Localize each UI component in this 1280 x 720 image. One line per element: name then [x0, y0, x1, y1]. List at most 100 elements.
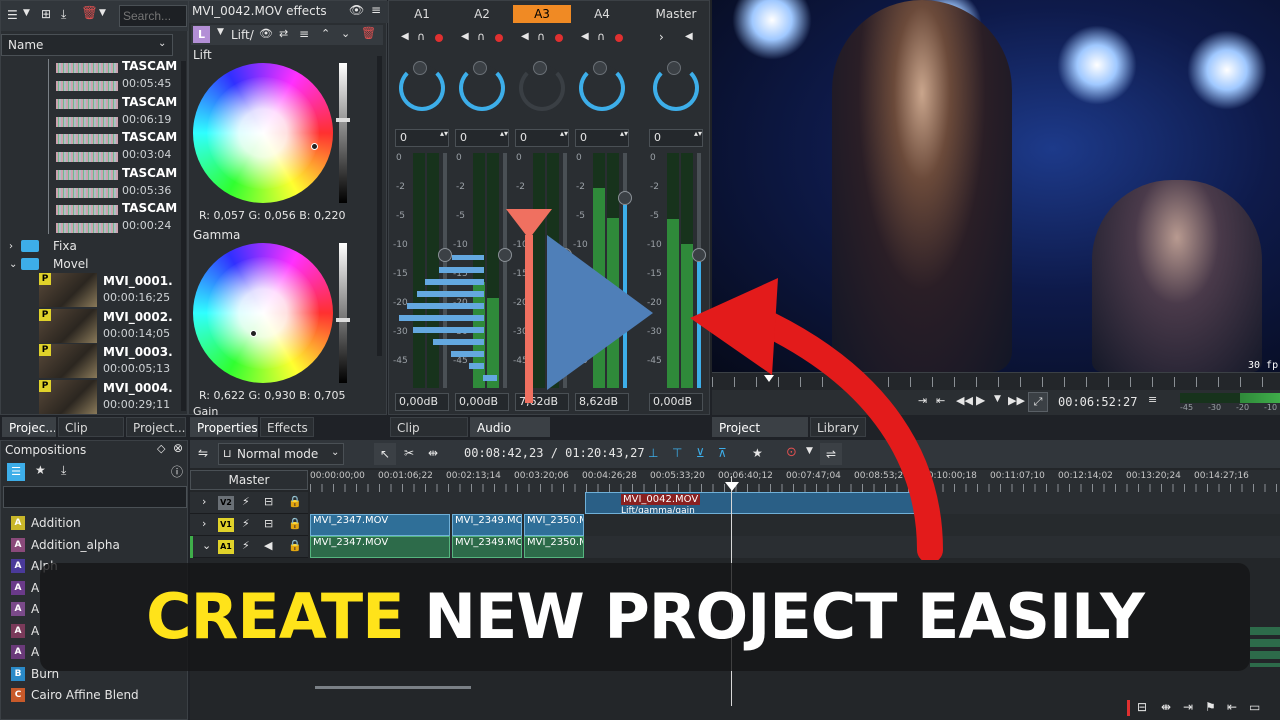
save-icon[interactable]: ⊟ — [264, 495, 273, 508]
snap-icon[interactable]: ⇼ — [1161, 700, 1171, 714]
gain-spinbox[interactable]: 0 ▴▾ — [649, 129, 703, 147]
bin-audio-item[interactable]: TASCAM 00:06:19 — [56, 95, 177, 129]
channel-name-tab[interactable]: A1 — [393, 5, 451, 23]
channel-name-tab[interactable]: Master — [647, 5, 705, 23]
lift-slider[interactable] — [336, 63, 350, 203]
composition-item[interactable]: AA — [11, 621, 39, 641]
import-icon[interactable]: ⤓ — [61, 7, 66, 22]
folder-fixa[interactable]: › Fixa — [9, 237, 179, 255]
speaker-icon[interactable]: ◀ — [401, 31, 409, 42]
name-column-header[interactable]: Name ⌄ — [1, 34, 173, 56]
headphones-icon[interactable]: ∩ — [417, 30, 425, 43]
download-icon[interactable]: ⤓ — [61, 463, 66, 478]
marker-icon[interactable]: ⇤ — [1227, 700, 1237, 714]
star-icon[interactable]: ★ — [35, 463, 46, 477]
forward-icon[interactable]: ▶▶ — [1008, 394, 1025, 407]
bin-video-item[interactable]: P MVI_0001. 00:00:16;25 — [39, 273, 179, 308]
effect-wand-icon[interactable]: ⚡ — [242, 539, 250, 552]
v1-clip[interactable]: MVI_2349.MOV — [452, 514, 522, 536]
chevron-down-icon[interactable]: ▼ — [994, 394, 1001, 404]
timeline-settings-icon[interactable]: ⇋ — [198, 446, 208, 460]
lock-icon[interactable]: 🔒 — [288, 539, 302, 552]
headphones-icon[interactable]: ∩ — [477, 30, 485, 43]
bin-audio-item[interactable]: TASCAM 00:05:36 — [56, 166, 177, 200]
chevron-right-icon[interactable]: › — [202, 495, 206, 508]
bin-video-item[interactable]: P MVI_0004. 00:00:29;11 — [39, 379, 179, 415]
delete-effect-icon[interactable]: 🗑 — [361, 26, 376, 40]
bin-audio-item[interactable]: TASCAM 00:03:04 — [56, 130, 177, 164]
fullscreen-icon[interactable]: ⤢ — [1028, 392, 1048, 412]
chevron-right-icon[interactable]: › — [202, 517, 206, 530]
slider-handle[interactable] — [336, 118, 350, 122]
track-name-badge[interactable]: A1 — [218, 540, 234, 554]
channel-name-tab[interactable]: A4 — [573, 5, 631, 23]
channel-name-tab[interactable]: A2 — [453, 5, 511, 23]
chevron-down-icon[interactable]: ⌄ — [202, 539, 211, 552]
composition-item[interactable]: AA — [11, 642, 39, 662]
close-icon[interactable]: ⊗ — [173, 441, 183, 455]
gamma-handle[interactable] — [250, 330, 257, 337]
effects-scrollbar[interactable] — [377, 56, 382, 356]
gamma-slider[interactable] — [336, 243, 350, 383]
composition-item[interactable]: AA — [11, 578, 39, 598]
eye-icon[interactable]: 👁 — [349, 3, 364, 17]
fit-icon[interactable]: ▭ — [1249, 700, 1260, 714]
delete-icon[interactable]: 🗑 — [81, 6, 98, 21]
effect-wand-icon[interactable]: ⚡ — [242, 495, 250, 508]
add-folder-icon[interactable]: ⊞ — [41, 7, 51, 21]
adjust-icon[interactable]: ⇄ — [279, 27, 288, 40]
gain-spinbox[interactable]: 0 ▴▾ — [395, 129, 449, 147]
effect-row[interactable]: L ▼ Lift/ 👁 ⇄ ≡ ⌃ ⌄ 🗑 — [191, 25, 383, 45]
chevron-down-icon[interactable]: ▼ — [217, 27, 224, 37]
compositions-search-input[interactable] — [3, 486, 187, 508]
slider-handle[interactable] — [336, 318, 350, 322]
master-track-button[interactable]: Master — [190, 470, 308, 490]
channel-name-tab[interactable]: A3 — [513, 5, 571, 23]
gain-spinbox[interactable]: 0 ▴▾ — [575, 129, 629, 147]
save-icon[interactable]: ⊟ — [1137, 700, 1147, 714]
options-icon[interactable]: ▼ — [99, 8, 106, 18]
menu-icon[interactable]: ≡ — [299, 27, 309, 41]
speaker-icon[interactable]: ◀ — [685, 31, 693, 42]
gain-spinbox[interactable]: 0 ▴▾ — [455, 129, 509, 147]
a1-clip[interactable]: MVI_2350.MOV — [524, 536, 584, 558]
spacer-tool-icon[interactable]: ⇹ — [428, 446, 438, 460]
tab-properties[interactable]: Properties — [190, 417, 258, 437]
bin-audio-item[interactable]: TASCAM 00:05:45 — [56, 59, 177, 93]
list-icon[interactable]: ☰ — [7, 463, 25, 481]
bin-search-input[interactable] — [119, 5, 187, 27]
tab-clip-properties[interactable]: Clip Pro... — [58, 417, 124, 437]
a1-clip[interactable]: MVI_2349.MOV — [452, 536, 522, 558]
zone-icon[interactable]: ⇥ — [1183, 700, 1193, 714]
edit-mode-select[interactable]: ⊔ Normal mode ⌄ — [218, 443, 344, 465]
lock-icon[interactable]: 🔒 — [288, 495, 302, 508]
gamma-color-wheel[interactable] — [193, 243, 333, 383]
v1-clip[interactable]: MVI_2350.MOV — [524, 514, 584, 536]
timeline-scrollbar[interactable] — [315, 686, 471, 689]
headphones-icon[interactable]: ∩ — [537, 30, 545, 43]
folder-movel[interactable]: ⌄ Movel — [9, 255, 179, 273]
speaker-icon[interactable]: ◀ — [264, 539, 272, 552]
tab-effects[interactable]: Effects — [260, 417, 314, 437]
record-icon[interactable] — [495, 34, 503, 42]
play-icon[interactable]: ▶ — [976, 393, 985, 407]
gain-spinbox[interactable]: 0 ▴▾ — [515, 129, 569, 147]
float-icon[interactable]: ◇ — [157, 442, 165, 455]
composition-item[interactable]: A Addition — [11, 513, 81, 533]
speaker-icon[interactable]: ◀ — [581, 31, 589, 42]
info-icon[interactable]: ⓘ — [171, 463, 183, 480]
menu-icon[interactable]: ≡ — [1148, 393, 1157, 406]
track-name-badge[interactable]: V2 — [218, 496, 234, 510]
volume-fader-handle[interactable] — [692, 248, 706, 262]
bin-video-item[interactable]: P MVI_0003. 00:00:05;13 — [39, 344, 179, 379]
bin-video-item[interactable]: P MVI_0002. 00:00:14;05 — [39, 308, 179, 344]
chevron-down-icon[interactable]: ⌄ — [341, 27, 350, 40]
lift-color-wheel[interactable] — [193, 63, 333, 203]
select-tool-icon[interactable]: ↖ — [374, 443, 396, 465]
monitor-timecode[interactable]: 00:06:52:27 — [1058, 395, 1137, 409]
list-view-icon[interactable]: ☰ — [7, 8, 18, 22]
bin-audio-item[interactable]: TASCAM 00:00:24 — [56, 201, 177, 235]
composition-item[interactable]: AA — [11, 599, 39, 619]
razor-tool-icon[interactable]: ✂ — [404, 446, 414, 460]
track-name-badge[interactable]: V1 — [218, 518, 234, 532]
